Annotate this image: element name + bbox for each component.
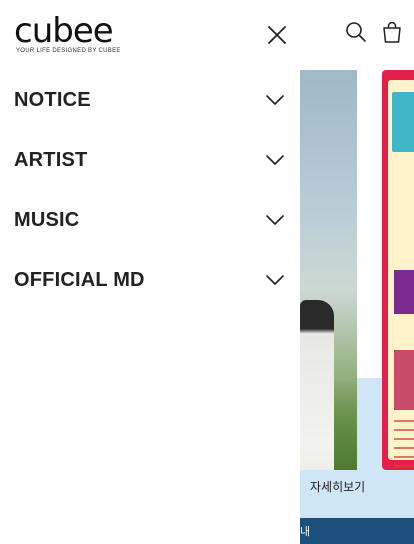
menu-item-music[interactable]: MUSIC [0, 190, 300, 250]
poster-photocard-image [394, 270, 414, 314]
poster-album-image [392, 92, 414, 152]
main-menu: NOTICE ARTIST MUSIC OFFICIAL MD [0, 70, 300, 310]
chevron-down-icon[interactable] [265, 274, 285, 286]
menu-item-label: ARTIST [14, 148, 88, 171]
shopping-bag-icon[interactable] [380, 20, 404, 44]
bottom-bar-text: 내 [300, 525, 311, 538]
photo-figure [300, 300, 334, 470]
menu-item-artist[interactable]: ARTIST [0, 130, 300, 190]
navigation-drawer: cubee YOUR LIFE DESIGNED BY CUBEE NOTICE… [0, 0, 300, 544]
chevron-down-icon[interactable] [265, 214, 285, 226]
menu-item-label: MUSIC [14, 208, 80, 231]
artist-photo-card[interactable] [300, 70, 357, 470]
more-details-link[interactable]: 자세히보기 [310, 478, 365, 495]
poster-text-lines [394, 420, 414, 470]
menu-item-label: OFFICIAL MD [14, 268, 145, 291]
close-icon[interactable] [266, 24, 288, 46]
menu-item-notice[interactable]: NOTICE [0, 70, 300, 130]
poster-photo-image [394, 350, 414, 410]
menu-item-official-md[interactable]: OFFICIAL MD [0, 250, 300, 310]
menu-item-label: NOTICE [14, 88, 91, 111]
chevron-down-icon[interactable] [265, 154, 285, 166]
brand-logo[interactable]: cubee YOUR LIFE DESIGNED BY CUBEE [14, 11, 121, 54]
chevron-down-icon[interactable] [265, 94, 285, 106]
logo-tagline: YOUR LIFE DESIGNED BY CUBEE [16, 48, 121, 54]
album-poster-card[interactable] [382, 70, 414, 470]
search-icon[interactable] [344, 20, 368, 44]
bottom-banner-bar[interactable] [300, 518, 414, 544]
logo-wordmark: cubee [14, 11, 114, 51]
header-actions [344, 20, 404, 44]
